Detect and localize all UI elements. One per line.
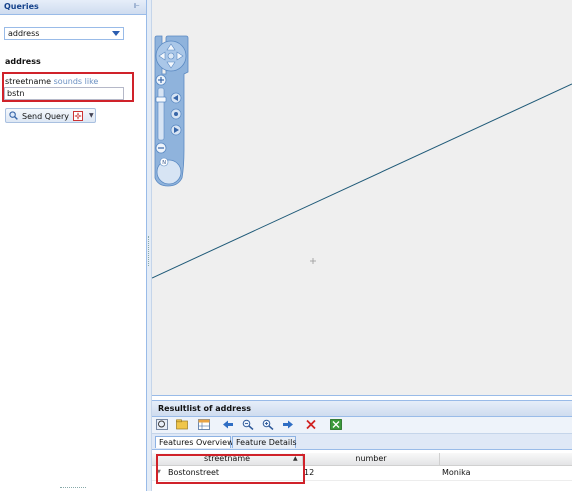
result-list-title: Resultlist of address bbox=[158, 404, 251, 413]
map-view[interactable]: N bbox=[152, 0, 572, 395]
delete-icon[interactable] bbox=[305, 419, 317, 430]
target-icon[interactable] bbox=[73, 111, 83, 121]
result-toolbar bbox=[152, 417, 572, 434]
tab-features-overview[interactable]: Features Overview bbox=[155, 436, 234, 448]
zoom-in-icon[interactable] bbox=[262, 419, 274, 430]
map-canvas[interactable]: N bbox=[152, 0, 572, 395]
split-dropdown-icon[interactable]: ▼ bbox=[89, 112, 94, 119]
streetname-input[interactable] bbox=[4, 87, 124, 100]
column-separator[interactable] bbox=[439, 453, 440, 465]
zoom-out-icon[interactable] bbox=[242, 419, 254, 430]
field-label: streetname sounds like bbox=[5, 77, 98, 86]
result-list-header: Resultlist of address bbox=[152, 400, 572, 417]
folder-icon[interactable] bbox=[176, 419, 188, 430]
cell-number: 12 bbox=[304, 468, 315, 477]
result-list-panel: Resultlist of address Features Overview … bbox=[152, 395, 572, 492]
pin-icon[interactable]: ⊩ bbox=[134, 2, 140, 10]
send-query-label: Send Query bbox=[22, 112, 70, 121]
column-header-number[interactable]: number bbox=[303, 454, 439, 463]
panel-resize-handle[interactable] bbox=[60, 487, 86, 490]
queries-panel-title: Queries bbox=[4, 2, 39, 11]
chevron-down-icon[interactable] bbox=[112, 31, 120, 36]
tab-feature-details[interactable]: Feature Details bbox=[232, 436, 297, 448]
field-operator: sounds like bbox=[53, 77, 99, 86]
send-query-button[interactable]: Send Query ▼ bbox=[5, 108, 96, 123]
cell-extra: Monika bbox=[442, 468, 471, 477]
pan-center bbox=[167, 52, 175, 60]
zoom-slider-thumb bbox=[155, 96, 167, 103]
excel-export-icon[interactable] bbox=[330, 419, 342, 430]
result-tabs: Features Overview Feature Details bbox=[152, 434, 572, 450]
query-section-title: address bbox=[5, 57, 41, 66]
zoom-slider-track bbox=[157, 87, 165, 141]
north-label: N bbox=[162, 160, 166, 166]
zoom-to-selection-icon[interactable] bbox=[156, 419, 168, 430]
table-icon[interactable] bbox=[198, 419, 210, 430]
street-line bbox=[152, 83, 572, 279]
splitter-grip[interactable] bbox=[148, 236, 151, 266]
queries-panel-header: Queries ⊩ bbox=[0, 0, 146, 15]
queries-panel: Queries ⊩ address address streetname sou… bbox=[0, 0, 147, 491]
search-icon bbox=[9, 111, 18, 120]
feature-type-select-value: address bbox=[8, 29, 40, 38]
cell-highlight-box bbox=[156, 454, 305, 484]
arrow-right-icon[interactable] bbox=[282, 419, 294, 430]
feature-type-select[interactable]: address bbox=[4, 27, 124, 40]
field-name: streetname bbox=[5, 77, 52, 86]
arrow-left-icon[interactable] bbox=[222, 419, 234, 430]
